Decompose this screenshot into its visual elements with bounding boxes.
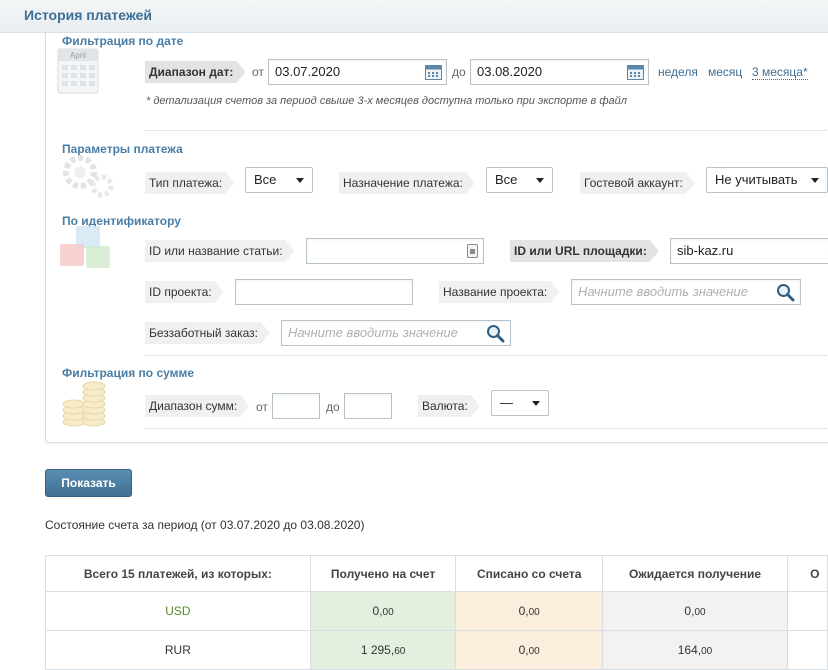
currency-value: — xyxy=(500,395,513,410)
payment-type-select[interactable]: Все xyxy=(245,167,313,193)
date-from-label: от xyxy=(252,65,264,79)
col-header-received: Получено на счет xyxy=(309,555,457,592)
sum-from-label: от xyxy=(256,400,268,414)
guest-account-label: Гостевой аккаунт: xyxy=(580,172,695,194)
date-to-input[interactable]: 03.08.2020 xyxy=(470,59,649,85)
date-to-label: до xyxy=(452,65,466,79)
expected-cell: 164,00 xyxy=(601,630,789,670)
coins-decor-icon xyxy=(62,381,106,427)
received-int: 1 295, xyxy=(360,643,395,657)
quick-link-month[interactable]: месяц xyxy=(708,65,742,79)
show-button[interactable]: Показать xyxy=(45,469,132,497)
table-row: USD 0,00 0,00 0,00 xyxy=(45,591,828,631)
chevron-down-icon xyxy=(536,178,544,183)
period-summary: Состояние счета за период (от 03.07.2020… xyxy=(45,518,365,532)
date-from-input[interactable]: 03.07.2020 xyxy=(268,59,447,85)
debited-dec: 00 xyxy=(528,646,540,657)
chevron-down-icon xyxy=(532,401,540,406)
col-header-total: Всего 15 платежей, из которых: xyxy=(45,555,311,592)
received-cell: 0,00 xyxy=(309,591,457,631)
page-header: История платежей xyxy=(0,0,828,33)
chevron-down-icon xyxy=(296,178,304,183)
currency-cell: RUR xyxy=(45,630,311,670)
quick-link-week[interactable]: неделя xyxy=(658,65,698,79)
table-row: RUR 1 295,60 0,00 164,00 xyxy=(45,630,828,670)
site-id-label: ID или URL площадки: xyxy=(510,240,659,262)
quick-link-3months[interactable]: 3 месяца* xyxy=(752,65,808,80)
table-header-row: Всего 15 платежей, из которых: Получено … xyxy=(45,555,828,592)
project-name-label: Название проекта: xyxy=(439,281,559,303)
project-id-input[interactable] xyxy=(235,279,413,305)
lock-icon xyxy=(467,244,478,258)
expected-int: 0, xyxy=(684,604,695,618)
expected-int: 164, xyxy=(677,643,702,657)
chevron-down-icon xyxy=(811,178,819,183)
sum-to-input[interactable] xyxy=(344,393,392,419)
site-id-value: sib-kaz.ru xyxy=(677,243,734,258)
divider xyxy=(145,130,828,131)
guest-account-value: Не учитывать xyxy=(715,172,798,187)
debited-cell: 0,00 xyxy=(455,630,603,670)
truncated-cell xyxy=(787,630,828,670)
currency-label: Валюта: xyxy=(418,395,480,417)
expected-dec: 00 xyxy=(694,607,706,618)
payment-purpose-label: Назначение платежа: xyxy=(339,172,475,194)
payment-purpose-value: Все xyxy=(495,172,518,187)
sum-range-label: Диапазон сумм: xyxy=(145,395,249,417)
payment-purpose-select[interactable]: Все xyxy=(486,167,553,193)
debited-cell: 0,00 xyxy=(455,591,603,631)
col-header-expected: Ожидается получение xyxy=(601,555,789,592)
site-id-input[interactable]: sib-kaz.ru xyxy=(670,238,828,264)
sum-from-input[interactable] xyxy=(272,393,320,419)
date-note: * детализация счетов за период свыше 3-х… xyxy=(146,95,627,107)
project-name-input[interactable]: Начните вводить значение xyxy=(571,279,801,305)
order-placeholder: Начните вводить значение xyxy=(288,325,458,340)
calendar-decor-icon: April xyxy=(57,48,99,94)
date-filter-title: Фильтрация по дате xyxy=(62,34,184,48)
payment-type-value: Все xyxy=(254,172,277,187)
page-title: История платежей xyxy=(24,7,153,23)
debited-int: 0, xyxy=(518,643,529,657)
date-from-value: 03.07.2020 xyxy=(275,64,341,79)
received-cell: 1 295,60 xyxy=(309,630,457,670)
expected-dec: 00 xyxy=(701,646,713,657)
sum-to-label: до xyxy=(326,400,340,414)
debited-int: 0, xyxy=(518,604,529,618)
col-header-truncated: О xyxy=(787,555,828,592)
search-icon[interactable] xyxy=(486,324,505,343)
currency-select[interactable]: — xyxy=(491,390,549,416)
received-dec: 60 xyxy=(394,646,406,657)
calendar-icon[interactable] xyxy=(425,64,442,80)
received-dec: 00 xyxy=(382,607,394,618)
received-int: 0, xyxy=(372,604,383,618)
debited-dec: 00 xyxy=(528,607,540,618)
article-id-input[interactable] xyxy=(306,238,484,264)
calendar-month-label: April xyxy=(70,51,86,60)
truncated-cell xyxy=(787,591,828,631)
payment-type-label: Тип платежа: xyxy=(145,172,234,194)
project-name-placeholder: Начните вводить значение xyxy=(578,284,748,299)
summary-table: Всего 15 платежей, из которых: Получено … xyxy=(45,555,828,670)
currency-cell: USD xyxy=(45,591,311,631)
article-id-label: ID или название статьи: xyxy=(145,240,295,262)
divider xyxy=(145,355,828,356)
gears-decor-icon xyxy=(63,155,114,198)
expected-cell: 0,00 xyxy=(601,591,789,631)
calendar-icon[interactable] xyxy=(627,64,644,80)
order-input[interactable]: Начните вводить значение xyxy=(281,320,511,346)
date-range-label: Диапазон дат: xyxy=(145,61,245,83)
order-label: Беззаботный заказ: xyxy=(145,322,270,344)
col-header-debited: Списано со счета xyxy=(455,555,603,592)
project-id-label: ID проекта: xyxy=(145,281,224,303)
guest-account-select[interactable]: Не учитывать xyxy=(706,167,828,193)
cubes-decor-icon xyxy=(60,226,110,268)
date-to-value: 03.08.2020 xyxy=(477,64,543,79)
search-icon[interactable] xyxy=(776,283,795,302)
divider xyxy=(145,428,828,429)
